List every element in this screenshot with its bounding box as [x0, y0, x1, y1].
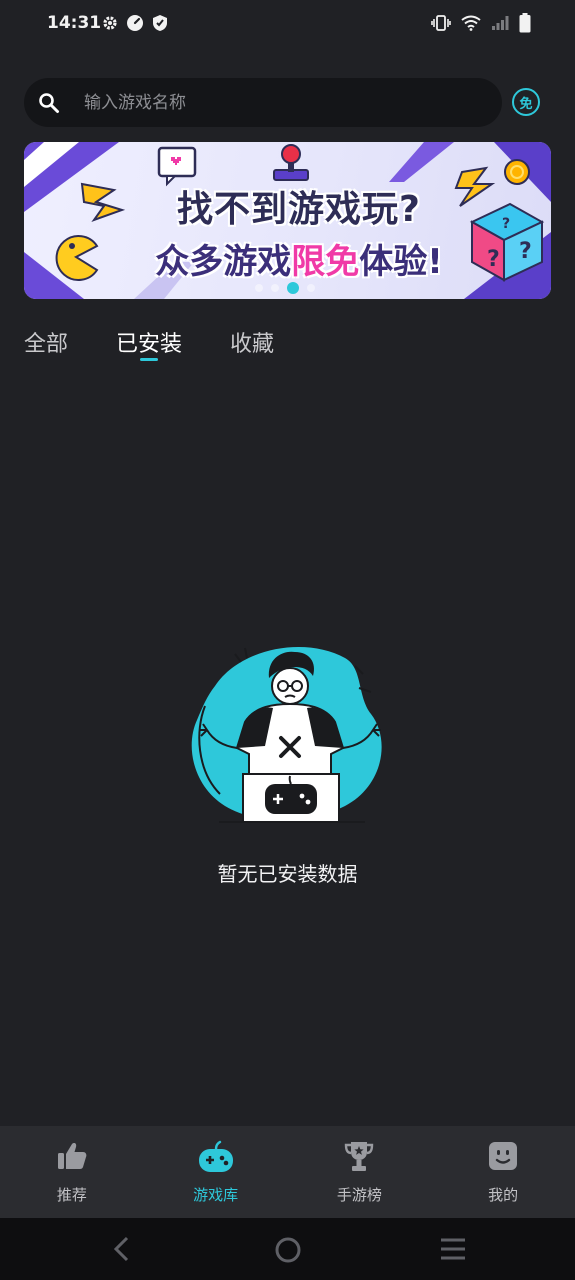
- banner-subheadline-prefix: 众多游戏: [155, 242, 292, 282]
- status-bar: 14:31: [0, 0, 575, 48]
- nav-item-mine[interactable]: 我的: [431, 1126, 575, 1218]
- vibrate-icon: [431, 15, 451, 31]
- status-right-icons: [431, 13, 531, 33]
- search-bar[interactable]: [24, 78, 502, 127]
- library-tabs: 全部 已安装 收藏: [24, 326, 322, 361]
- nav-label-recommend: 推荐: [56, 1186, 87, 1204]
- search-icon: [39, 93, 59, 113]
- tab-favorites-label: 收藏: [230, 332, 275, 357]
- status-time: 14:31: [47, 13, 102, 33]
- back-icon[interactable]: [112, 1236, 132, 1262]
- bottom-nav: 推荐 游戏库 手游榜 我的: [0, 1126, 575, 1218]
- nav-label-mine: 我的: [488, 1186, 519, 1204]
- tab-active-indicator: [140, 358, 159, 361]
- wifi-icon: [461, 15, 481, 31]
- empty-state-illustration: [191, 647, 382, 823]
- empty-state-message: 暂无已安装数据: [217, 862, 358, 886]
- tab-favorites[interactable]: 收藏: [230, 326, 274, 358]
- nav-item-recommend[interactable]: 推荐: [0, 1126, 144, 1218]
- shield-icon: [153, 15, 167, 31]
- gear-icon: [103, 16, 117, 30]
- home-icon[interactable]: [274, 1236, 302, 1264]
- svg-text:?: ?: [502, 216, 510, 232]
- banner-subheadline-highlight: 限免: [291, 242, 360, 282]
- gamepad-icon: [198, 1140, 233, 1172]
- banner-subheadline-suffix: 体验!: [359, 242, 443, 282]
- banner-dot[interactable]: [307, 284, 315, 292]
- free-game-badge-button[interactable]: 免: [512, 88, 540, 116]
- thumbs-up-icon: [57, 1143, 87, 1169]
- banner-headline: 找不到游戏玩?: [177, 189, 421, 230]
- tab-all-label: 全部: [24, 332, 69, 357]
- status-left-icons: [102, 14, 168, 32]
- banner-dot[interactable]: [271, 284, 279, 292]
- banner-dot-active[interactable]: [287, 282, 299, 294]
- svg-text:?: ?: [519, 239, 532, 264]
- nav-label-rankings: 手游榜: [336, 1186, 382, 1204]
- search-input[interactable]: [84, 78, 484, 127]
- banner-subheadline: 众多游戏限免体验!: [114, 234, 484, 283]
- svg-text:?: ?: [487, 247, 500, 272]
- speedometer-icon: [127, 15, 143, 31]
- nav-item-rankings[interactable]: 手游榜: [288, 1126, 432, 1218]
- recents-icon[interactable]: [439, 1236, 467, 1262]
- trophy-icon: [345, 1142, 374, 1171]
- banner-dot[interactable]: [255, 284, 263, 292]
- battery-icon: [519, 13, 531, 33]
- smiley-face-icon: [489, 1142, 518, 1170]
- signal-icon: [492, 16, 509, 30]
- banner-page-indicator: [255, 282, 315, 294]
- nav-item-game-library[interactable]: 游戏库: [144, 1126, 288, 1218]
- promo-banner[interactable]: ? ? ? 找不到游戏玩? 众多游戏限免体验!: [24, 142, 551, 299]
- tab-all[interactable]: 全部: [24, 326, 68, 358]
- tab-installed-label: 已安装: [116, 332, 183, 357]
- nav-label-game-library: 游戏库: [193, 1186, 239, 1204]
- tab-installed[interactable]: 已安装: [116, 326, 183, 361]
- system-nav-bar: [0, 1218, 575, 1280]
